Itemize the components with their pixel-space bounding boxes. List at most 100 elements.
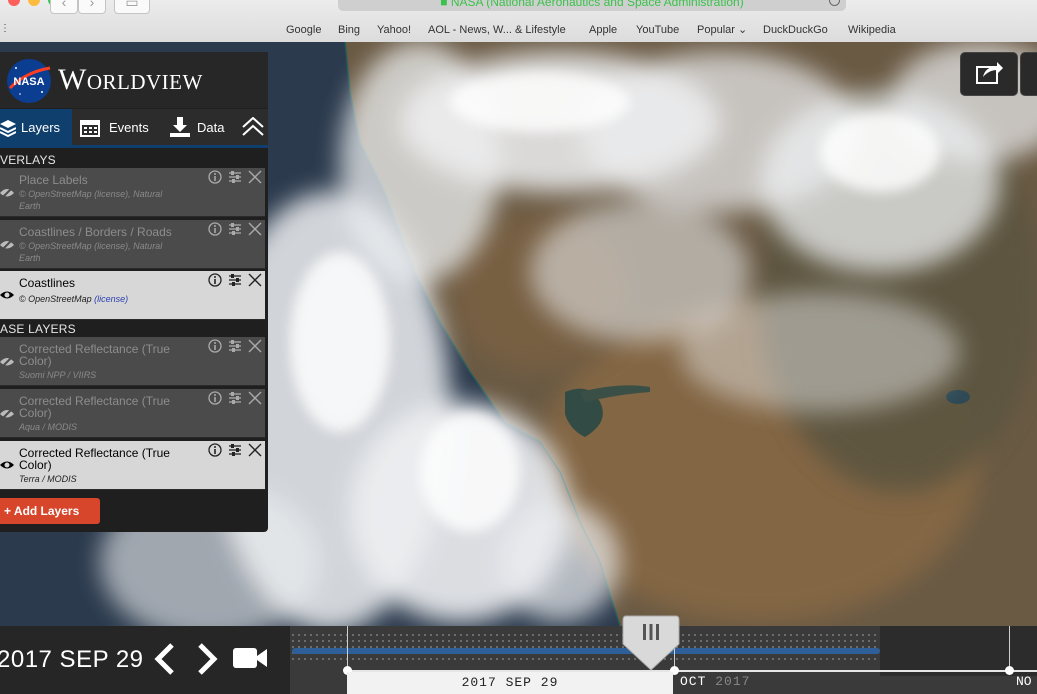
timeline-next-month: OCT 2017 — [680, 674, 750, 689]
calendar-icon — [80, 120, 100, 137]
chevron-right-icon[interactable] — [192, 642, 222, 676]
layer-source: © OpenStreetMap (license), Natural Earth — [19, 240, 189, 264]
app-header: NASA Worldview — [0, 52, 268, 108]
close-icon[interactable] — [248, 391, 262, 405]
timeline-year-label: 2017 — [715, 674, 751, 689]
eye-hidden-icon[interactable] — [0, 236, 14, 252]
info-icon[interactable] — [208, 273, 222, 287]
chevron-left-icon[interactable] — [150, 642, 180, 676]
favorite-bing[interactable]: Bing — [338, 22, 360, 38]
favorite-apple[interactable]: Apple — [589, 22, 617, 38]
eye-icon[interactable] — [0, 457, 14, 473]
tab-layers[interactable]: Layers — [0, 109, 72, 145]
eye-icon[interactable] — [0, 287, 14, 303]
layer-coastlines-borders-roads[interactable]: Coastlines / Borders / Roads © OpenStree… — [0, 220, 265, 269]
tab-data-label: Data — [197, 120, 225, 135]
nasa-logo[interactable]: NASA — [6, 58, 52, 104]
timeline-current-date: 2017 SEP 29 — [347, 672, 673, 694]
timeline-month-line — [347, 626, 348, 670]
more-tools-button[interactable] — [1020, 52, 1037, 96]
tab-events-label: Events — [109, 120, 149, 135]
layer-source: © OpenStreetMap (license), Natural Earth — [19, 188, 189, 212]
layer-coastlines[interactable]: Coastlines © OpenStreetMap (license) — [0, 271, 265, 320]
add-layers-button[interactable]: + Add Layers — [0, 498, 100, 524]
timeline-handle[interactable] — [622, 614, 680, 672]
layers-panel: NASA Worldview Layers Events Data VERLAY… — [0, 52, 268, 532]
info-icon[interactable] — [208, 222, 222, 236]
chevron-left-icon: ‹ — [61, 0, 67, 10]
video-camera-icon[interactable] — [232, 644, 268, 672]
favorite-aol[interactable]: AOL - News, W... & Lifestyle — [428, 22, 566, 38]
svg-text:NASA: NASA — [13, 76, 44, 88]
timeline-month-label: OCT — [680, 674, 716, 689]
eye-hidden-icon[interactable] — [0, 353, 14, 369]
chevron-double-up-icon — [242, 117, 264, 136]
app-title: Worldview — [58, 63, 203, 96]
base-layers-heading: ASE LAYERS — [0, 322, 76, 336]
favorite-google[interactable]: Google — [286, 22, 321, 38]
timeline-edge-label: NO — [1016, 674, 1032, 689]
panel-tabs: Layers Events Data — [0, 109, 268, 148]
settings-sliders-icon[interactable] — [228, 443, 242, 457]
date-selector[interactable]: 2017 SEP 29 — [0, 646, 144, 674]
sidebar-toggle-button[interactable]: ▭ — [114, 0, 150, 14]
favorite-wikipedia[interactable]: Wikipedia — [848, 22, 896, 38]
layer-aqua-true-color[interactable]: Corrected Reflectance (True Color) Aqua … — [0, 389, 265, 438]
layer-name: Coastlines — [19, 276, 76, 290]
layer-source-cont: Earth — [19, 253, 41, 263]
reload-icon[interactable] — [829, 0, 840, 6]
settings-sliders-icon[interactable] — [228, 339, 242, 353]
close-icon[interactable] — [248, 273, 262, 287]
browser-chrome: ‹ › ▭ ■ NASA (National Aeronautics and S… — [0, 0, 1037, 43]
settings-sliders-icon[interactable] — [228, 273, 242, 287]
minimize-window-button[interactable] — [28, 0, 40, 6]
layer-terra-true-color[interactable]: Corrected Reflectance (True Color) Terra… — [0, 441, 265, 490]
layer-place-labels[interactable]: Place Labels © OpenStreetMap (license), … — [0, 168, 265, 217]
info-icon[interactable] — [208, 170, 222, 184]
address-bar[interactable]: ■ NASA (National Aeronautics and Space A… — [338, 0, 846, 11]
tab-layers-label: Layers — [21, 120, 61, 135]
timeline-data-bar — [292, 648, 880, 654]
info-icon[interactable] — [208, 339, 222, 353]
add-layers-label: + Add Layers — [4, 504, 80, 518]
page-title: NASA (National Aeronautics and Space Adm… — [450, 0, 744, 9]
favorites-bar: Google Bing Yahoo! AOL - News, W... & Li… — [0, 22, 1037, 40]
collapse-panel-button[interactable] — [240, 109, 268, 145]
license-link[interactable]: (license) — [94, 294, 128, 304]
download-icon — [170, 117, 190, 137]
layer-source: Terra / MODIS — [19, 474, 77, 484]
tab-data[interactable]: Data — [168, 109, 238, 145]
favorite-yahoo[interactable]: Yahoo! — [377, 22, 411, 38]
share-button[interactable] — [960, 52, 1018, 96]
favorite-popular[interactable]: Popular ⌄ — [697, 22, 747, 38]
close-icon[interactable] — [248, 222, 262, 236]
layer-source: © OpenStreetMap (license) — [19, 293, 189, 305]
settings-sliders-icon[interactable] — [228, 170, 242, 184]
eye-hidden-icon[interactable] — [0, 184, 14, 200]
layer-viirs-true-color[interactable]: Corrected Reflectance (True Color) Suomi… — [0, 337, 265, 386]
close-icon[interactable] — [248, 339, 262, 353]
eye-hidden-icon[interactable] — [0, 405, 14, 421]
share-icon — [976, 62, 1003, 84]
close-icon[interactable] — [248, 170, 262, 184]
timeline-track[interactable]: 2017 SEP 29 OCT 2017 NO — [290, 615, 1037, 694]
timeline-ticks — [290, 632, 880, 662]
back-button[interactable]: ‹ — [50, 0, 78, 14]
close-icon[interactable] — [248, 443, 262, 457]
settings-sliders-icon[interactable] — [228, 391, 242, 405]
info-icon[interactable] — [208, 443, 222, 457]
tab-events[interactable]: Events — [78, 109, 158, 145]
layer-source: Aqua / MODIS — [19, 422, 78, 432]
layer-source: Suomi NPP / VIIRS — [19, 370, 97, 380]
timeline-month-line — [1009, 626, 1010, 670]
sidebar-icon: ▭ — [125, 0, 139, 10]
lock-icon: ■ — [440, 0, 451, 9]
settings-sliders-icon[interactable] — [228, 222, 242, 236]
info-icon[interactable] — [208, 391, 222, 405]
layer-source-text: © OpenStreetMap — [19, 294, 95, 304]
close-window-button[interactable] — [8, 0, 20, 6]
layer-name: Corrected Reflectance (True Color) — [19, 342, 170, 368]
favorite-duckduckgo[interactable]: DuckDuckGo — [763, 22, 828, 38]
forward-button[interactable]: › — [78, 0, 106, 14]
favorite-youtube[interactable]: YouTube — [636, 22, 679, 38]
